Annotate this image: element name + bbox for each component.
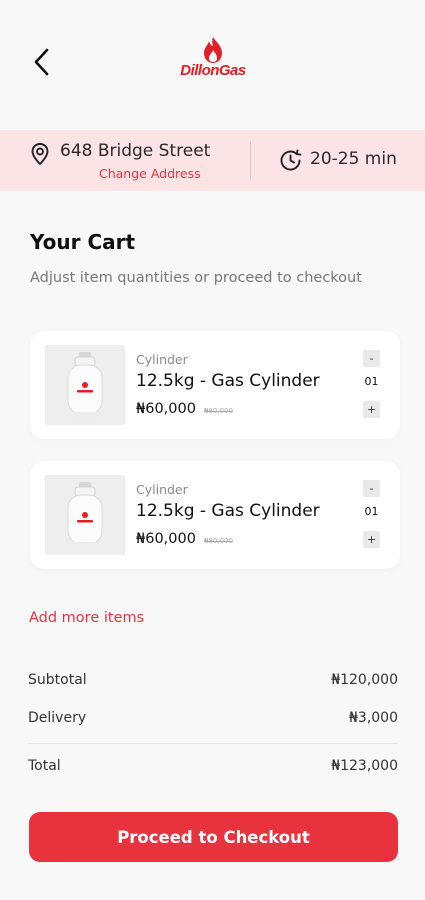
dillon-gas-logo: DillonGas [168,36,258,90]
gas-cylinder-image [45,475,125,555]
item-old-price: ₦80,000 [204,407,233,415]
total-value: ₦123,000 [331,758,398,774]
chevron-left-icon [34,48,49,76]
gas-cylinder-icon [67,482,103,547]
delivery-address: 648 Bridge Street [60,141,211,161]
cart-subtitle: Adjust item quantities or proceed to che… [30,270,362,286]
delivery-eta: 20-25 min [310,149,397,169]
location-pin-icon [31,143,49,166]
item-category: Cylinder [136,482,188,497]
clock-icon [280,149,302,171]
gas-cylinder-icon [67,352,103,417]
flame-icon [204,37,222,63]
delivery-fee-value: ₦3,000 [349,710,398,726]
decrement-button[interactable]: - [363,350,380,367]
total-label: Total [28,758,61,774]
increment-button[interactable]: + [363,531,380,548]
cart-item: Cylinder 12.5kg - Gas Cylinder ₦60,000 ₦… [30,461,400,569]
item-name: 12.5kg - Gas Cylinder [136,501,320,521]
decrement-button[interactable]: - [363,480,380,497]
item-price: ₦60,000 [136,531,196,547]
cart-title: Your Cart [30,230,136,254]
change-address-link[interactable]: Change Address [99,166,201,181]
info-divider [250,141,251,179]
subtotal-label: Subtotal [28,672,87,688]
subtotal-value: ₦120,000 [331,672,398,688]
logo-text: DillonGas [180,62,246,79]
cart-item: Cylinder 12.5kg - Gas Cylinder ₦60,000 ₦… [30,331,400,439]
summary-divider [28,743,398,744]
app-header: DillonGas [0,0,425,130]
proceed-to-checkout-button[interactable]: Proceed to Checkout [29,812,398,862]
item-name: 12.5kg - Gas Cylinder [136,371,320,391]
item-price: ₦60,000 [136,401,196,417]
item-category: Cylinder [136,352,188,367]
item-old-price: ₦80,000 [204,537,233,545]
back-button[interactable] [26,44,56,80]
quantity-value: 01 [364,505,379,518]
increment-button[interactable]: + [363,401,380,418]
gas-cylinder-image [45,345,125,425]
delivery-fee-label: Delivery [28,710,87,726]
add-more-items-link[interactable]: Add more items [29,610,144,626]
quantity-value: 01 [364,375,379,388]
